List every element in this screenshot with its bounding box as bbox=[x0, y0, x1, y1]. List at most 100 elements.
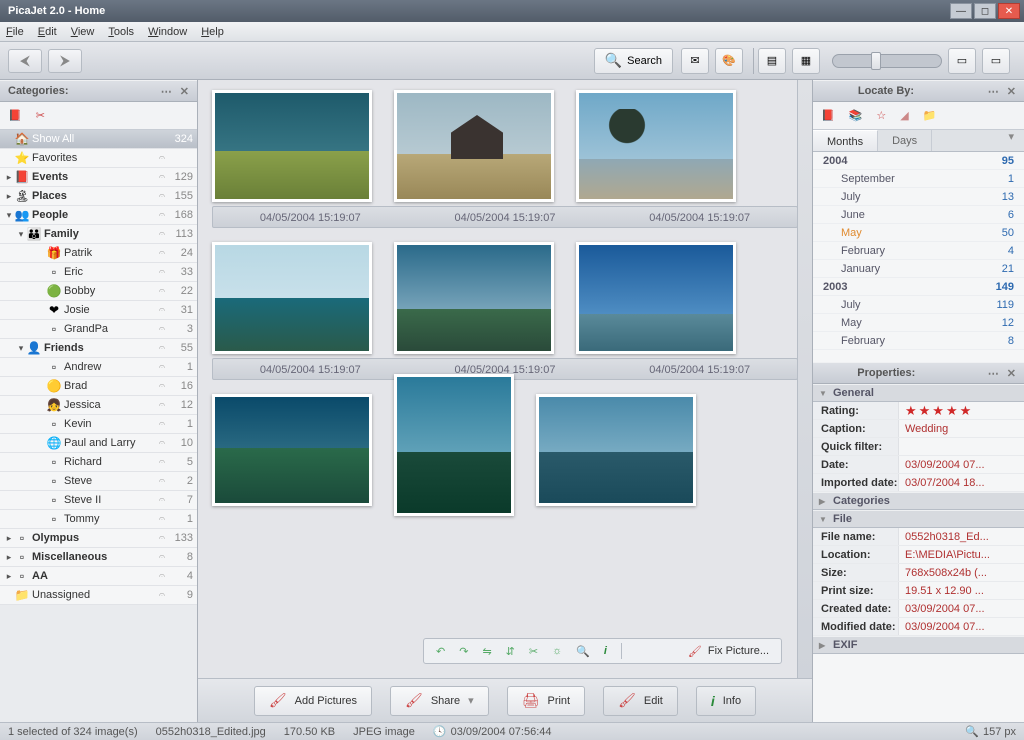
thumbnail[interactable] bbox=[576, 242, 736, 354]
category-row[interactable]: ▸▫Olympus𝄐133 bbox=[0, 529, 197, 548]
flip-v-icon[interactable]: ⇵ bbox=[506, 645, 515, 658]
group-general[interactable]: ▼General bbox=[813, 384, 1024, 402]
thumb-size-slider[interactable] bbox=[832, 54, 942, 68]
info-button[interactable]: iInfo bbox=[696, 686, 756, 716]
locate-month-row[interactable]: May12 bbox=[813, 314, 1024, 332]
category-row[interactable]: 🌐Paul and Larry𝄐10 bbox=[0, 434, 197, 453]
category-row[interactable]: ▫Steve II𝄐7 bbox=[0, 491, 197, 510]
panel-close-icon[interactable]: ✕ bbox=[1007, 367, 1016, 380]
sort-icon[interactable]: ▾ bbox=[998, 130, 1024, 151]
rating-value[interactable]: ★★★★★ bbox=[899, 403, 1024, 419]
panel-menu-icon[interactable]: ⋯ bbox=[161, 85, 174, 98]
locate-month-row[interactable]: February8 bbox=[813, 332, 1024, 350]
edit-button[interactable]: 🖌Edit bbox=[603, 686, 678, 716]
category-row[interactable]: ▫GrandPa𝄐3 bbox=[0, 320, 197, 339]
thumbnail[interactable] bbox=[212, 90, 372, 202]
locate-year-row[interactable]: 200495 bbox=[813, 152, 1024, 170]
category-row[interactable]: 👧Jessica𝄐12 bbox=[0, 396, 197, 415]
maximize-button[interactable]: ◻ bbox=[974, 3, 996, 19]
print-button[interactable]: 🖨Print bbox=[507, 686, 585, 716]
category-row[interactable]: ▾👥People𝄐168 bbox=[0, 206, 197, 225]
category-row[interactable]: 🟢Bobby𝄐22 bbox=[0, 282, 197, 301]
thumbnail[interactable] bbox=[536, 394, 696, 506]
locate-month-row[interactable]: May50 bbox=[813, 224, 1024, 242]
search-button[interactable]: 🔍 Search bbox=[594, 48, 673, 74]
panel-menu-icon[interactable]: ⋯ bbox=[988, 85, 1001, 98]
minimize-button[interactable]: — bbox=[950, 3, 972, 19]
locate-erase-icon[interactable]: ◢ bbox=[900, 109, 908, 122]
view-mode-3[interactable]: ▭ bbox=[948, 48, 976, 74]
view-mode-4[interactable]: ▭ bbox=[982, 48, 1010, 74]
locate-month-row[interactable]: June6 bbox=[813, 206, 1024, 224]
expand-icon[interactable]: ▾ bbox=[4, 210, 14, 221]
info-small-icon[interactable]: i bbox=[604, 645, 607, 657]
close-button[interactable]: ✕ bbox=[998, 3, 1020, 19]
expand-icon[interactable]: ▸ bbox=[4, 552, 14, 563]
crop-icon[interactable]: ✂ bbox=[529, 645, 538, 658]
category-row[interactable]: ▸▫Miscellaneous𝄐8 bbox=[0, 548, 197, 567]
group-exif[interactable]: ▶EXIF bbox=[813, 636, 1024, 654]
category-row[interactable]: ▾👪Family𝄐113 bbox=[0, 225, 197, 244]
panel-menu-icon[interactable]: ⋯ bbox=[988, 367, 1001, 380]
group-categories[interactable]: ▶Categories bbox=[813, 492, 1024, 510]
category-row[interactable]: 🏠Show All324 bbox=[0, 130, 197, 149]
expand-icon[interactable]: ▸ bbox=[4, 571, 14, 582]
menu-file[interactable]: File bbox=[6, 26, 24, 38]
thumbnail[interactable] bbox=[394, 374, 514, 516]
category-row[interactable]: ▫Eric𝄐33 bbox=[0, 263, 197, 282]
category-row[interactable]: ▫Richard𝄐5 bbox=[0, 453, 197, 472]
fix-picture-button[interactable]: 🖌Fix Picture... bbox=[688, 645, 769, 658]
group-file[interactable]: ▼File bbox=[813, 510, 1024, 528]
expand-icon[interactable]: ▾ bbox=[16, 229, 26, 240]
category-row[interactable]: ⭐Favorites𝄐 bbox=[0, 149, 197, 168]
expand-icon[interactable]: ▸ bbox=[4, 533, 14, 544]
menu-tools[interactable]: Tools bbox=[108, 26, 134, 38]
category-tree[interactable]: 🏠Show All324⭐Favorites𝄐▸📕Events𝄐129▸🏝Pla… bbox=[0, 130, 197, 722]
expand-icon[interactable]: ▾ bbox=[16, 343, 26, 354]
category-row[interactable]: ▾👤Friends𝄐55 bbox=[0, 339, 197, 358]
thumbnail[interactable] bbox=[212, 242, 372, 354]
expand-icon[interactable]: ▸ bbox=[4, 172, 14, 183]
category-row[interactable]: 📁Unassigned𝄐9 bbox=[0, 586, 197, 605]
palette-icon[interactable]: 🎨 bbox=[715, 48, 743, 74]
tab-days[interactable]: Days bbox=[878, 130, 932, 151]
category-row[interactable]: ❤Josie𝄐31 bbox=[0, 301, 197, 320]
category-row[interactable]: ▸▫AA𝄐4 bbox=[0, 567, 197, 586]
locate-month-row[interactable]: July13 bbox=[813, 188, 1024, 206]
nav-back-button[interactable]: ⮜ bbox=[8, 49, 42, 73]
locate-year-row[interactable]: 2003149 bbox=[813, 278, 1024, 296]
locate-month-row[interactable]: July119 bbox=[813, 296, 1024, 314]
menu-help[interactable]: Help bbox=[201, 26, 224, 38]
locate-folder-icon[interactable]: 📁 bbox=[923, 109, 937, 122]
panel-close-icon[interactable]: ✕ bbox=[180, 85, 189, 98]
rotate-left-icon[interactable]: ↶ bbox=[436, 645, 445, 658]
category-row[interactable]: ▫Andrew𝄐1 bbox=[0, 358, 197, 377]
add-pictures-button[interactable]: 🖌Add Pictures bbox=[254, 686, 372, 716]
category-row[interactable]: ▫Kevin𝄐1 bbox=[0, 415, 197, 434]
locate-month-row[interactable]: September1 bbox=[813, 170, 1024, 188]
locate-book-icon[interactable]: 📕 bbox=[821, 109, 835, 122]
locate-star-icon[interactable]: ☆ bbox=[876, 109, 886, 122]
flip-h-icon[interactable]: ⇋ bbox=[482, 645, 491, 658]
locate-month-row[interactable]: February4 bbox=[813, 242, 1024, 260]
view-mode-2[interactable]: ▦ bbox=[792, 48, 820, 74]
category-row[interactable]: 🟡Brad𝄐16 bbox=[0, 377, 197, 396]
locate-list[interactable]: 200495September1July13June6May50February… bbox=[813, 152, 1024, 362]
thumbnail-grid[interactable]: 04/05/2004 15:19:0704/05/2004 15:19:0704… bbox=[198, 80, 812, 678]
category-row[interactable]: ▫Tommy𝄐1 bbox=[0, 510, 197, 529]
menu-view[interactable]: View bbox=[71, 26, 95, 38]
thumbnail[interactable] bbox=[212, 394, 372, 506]
menu-window[interactable]: Window bbox=[148, 26, 187, 38]
rotate-right-icon[interactable]: ↷ bbox=[459, 645, 468, 658]
thumbnail[interactable] bbox=[576, 90, 736, 202]
category-row[interactable]: ▸🏝Places𝄐155 bbox=[0, 187, 197, 206]
locate-books-icon[interactable]: 📚 bbox=[849, 109, 863, 122]
view-mode-1[interactable]: ▤ bbox=[758, 48, 786, 74]
thumbnail[interactable] bbox=[394, 90, 554, 202]
category-row[interactable]: 🎁Patrik𝄐24 bbox=[0, 244, 197, 263]
cut-icon[interactable]: ✂ bbox=[36, 109, 45, 122]
thumbnail[interactable] bbox=[394, 242, 554, 354]
menu-edit[interactable]: Edit bbox=[38, 26, 57, 38]
new-category-icon[interactable]: 📕 bbox=[8, 109, 22, 122]
panel-close-icon[interactable]: ✕ bbox=[1007, 85, 1016, 98]
